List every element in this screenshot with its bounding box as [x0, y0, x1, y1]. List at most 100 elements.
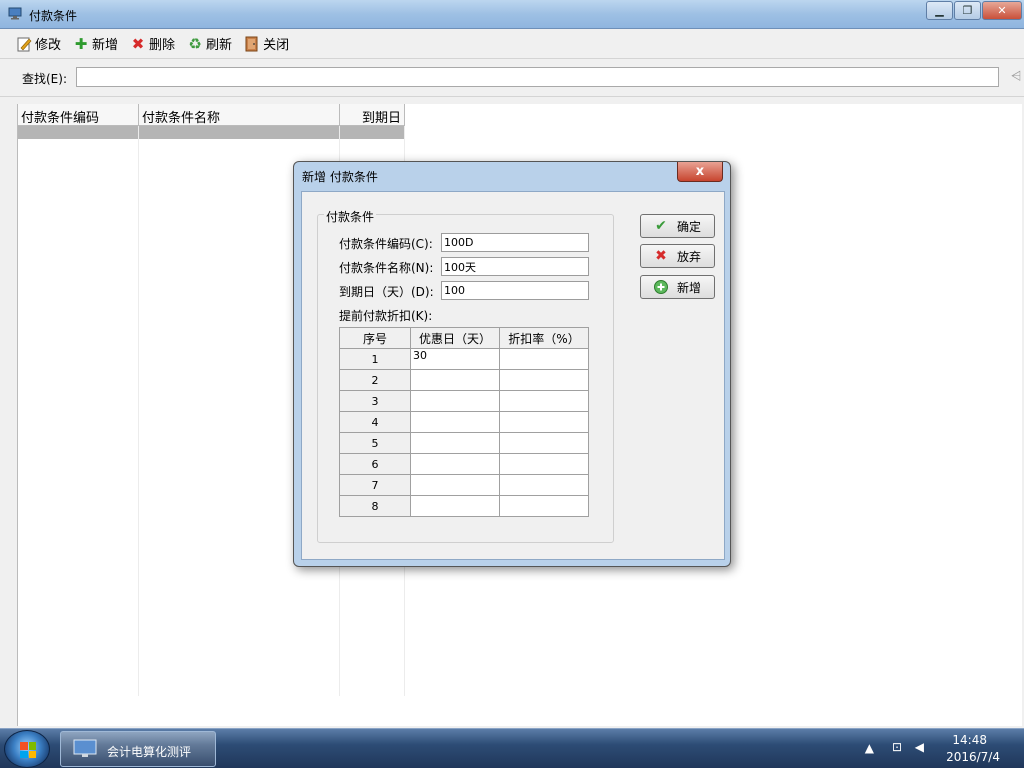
column-header-rate: 折扣率（%）: [499, 327, 589, 349]
name-field[interactable]: [441, 257, 589, 276]
row-number: 7: [339, 474, 411, 496]
row-number: 3: [339, 390, 411, 412]
row-number: 4: [339, 411, 411, 433]
clock-date[interactable]: 2016/7/4: [946, 750, 1000, 764]
taskbar-app-label: 会计电算化测评: [107, 745, 192, 759]
toolbar: 修改 ✚ 新增 ✖ 删除 ♻ 刷新 关闭: [0, 29, 1024, 59]
minimize-button[interactable]: ▁: [926, 1, 953, 20]
days-cell[interactable]: [410, 495, 500, 517]
row-number: 1: [339, 348, 411, 370]
start-button[interactable]: [4, 730, 50, 768]
search-label: 查找(E):: [22, 72, 67, 86]
column-header-no: 序号: [339, 327, 411, 349]
window-title: 付款条件: [29, 9, 78, 23]
grid-header: 付款条件编码 付款条件名称 到期日: [18, 104, 405, 126]
rate-cell[interactable]: [499, 495, 589, 517]
table-row: 6: [339, 453, 589, 475]
dialog-body: 付款条件 付款条件编码(C): 付款条件名称(N): 到期日（天）(D): 提前…: [301, 191, 725, 560]
rate-cell[interactable]: [499, 348, 589, 370]
filter-icon[interactable]: ⩤: [1011, 69, 1021, 84]
days-cell[interactable]: [410, 411, 500, 433]
windows-logo-icon: [20, 742, 36, 758]
add-circle-icon: [654, 280, 668, 294]
rate-cell[interactable]: [499, 432, 589, 454]
rate-cell[interactable]: [499, 453, 589, 475]
dialog-title: 新增 付款条件: [302, 170, 378, 184]
close-label: 关闭: [263, 38, 290, 53]
edit-button[interactable]: 修改: [16, 33, 61, 55]
code-label: 付款条件编码(C):: [339, 237, 433, 251]
cancel-icon: ✖: [655, 248, 667, 264]
rate-cell[interactable]: [499, 474, 589, 496]
main-title-bar: 付款条件 ▁ ❐ ✕: [0, 0, 1024, 29]
search-bar: 查找(E): ⩤: [0, 59, 1024, 97]
table-row: 5: [339, 432, 589, 454]
cancel-label: 放弃: [677, 249, 702, 264]
restore-button[interactable]: ❐: [954, 1, 981, 20]
discount-table: 序号 优惠日（天） 折扣率（%） 1 30 2 3 4 5 6 7 8: [339, 327, 589, 517]
clock-time[interactable]: 14:48: [952, 733, 987, 747]
days-cell[interactable]: [410, 390, 500, 412]
column-header-code[interactable]: 付款条件编码: [18, 104, 139, 126]
due-days-label: 到期日（天）(D):: [339, 285, 434, 299]
network-icon[interactable]: ⊡: [892, 740, 902, 754]
search-input[interactable]: [76, 67, 999, 87]
days-cell[interactable]: [410, 432, 500, 454]
refresh-icon: ♻: [188, 34, 202, 53]
new-label: 新增: [677, 280, 702, 295]
ok-label: 确定: [677, 219, 702, 234]
column-divider: [138, 126, 139, 696]
table-row: 1 30: [339, 348, 589, 370]
table-row: 8: [339, 495, 589, 517]
app-icon: [8, 7, 22, 20]
delete-label: 删除: [149, 38, 176, 53]
new-payment-term-dialog: 新增 付款条件 x 付款条件 付款条件编码(C): 付款条件名称(N): 到期日…: [293, 161, 731, 567]
days-cell[interactable]: [410, 474, 500, 496]
volume-icon[interactable]: ◀: [915, 740, 924, 754]
rate-cell[interactable]: [499, 390, 589, 412]
table-row: 4: [339, 411, 589, 433]
new-button[interactable]: 新增: [640, 275, 715, 299]
selected-row[interactable]: [18, 126, 405, 139]
close-icon: ✕: [997, 4, 1007, 17]
minimize-icon: ▁: [935, 4, 944, 17]
code-field[interactable]: [441, 233, 589, 252]
group-title: 付款条件: [324, 208, 377, 225]
cancel-button[interactable]: ✖ 放弃: [640, 244, 715, 268]
monitor-icon: [73, 739, 97, 757]
rate-cell[interactable]: [499, 411, 589, 433]
close-button[interactable]: 关闭: [244, 33, 289, 55]
due-days-field[interactable]: [441, 281, 589, 300]
name-label: 付款条件名称(N):: [339, 261, 434, 275]
window-close-button[interactable]: ✕: [982, 1, 1022, 20]
close-icon: x: [695, 164, 705, 179]
column-header-due[interactable]: 到期日: [340, 104, 405, 126]
tray-expand-icon[interactable]: ▲: [865, 741, 874, 755]
add-label: 新增: [92, 38, 119, 53]
checkmark-icon: ✔: [655, 218, 667, 234]
dialog-close-button[interactable]: x: [677, 162, 723, 182]
days-cell[interactable]: [410, 369, 500, 391]
rate-cell[interactable]: [499, 369, 589, 391]
row-number: 8: [339, 495, 411, 517]
add-button[interactable]: ✚ 新增: [73, 33, 118, 55]
table-row: 7: [339, 474, 589, 496]
column-header-days: 优惠日（天）: [410, 327, 500, 349]
row-number: 2: [339, 369, 411, 391]
plus-icon: ✚: [74, 34, 88, 53]
refresh-button[interactable]: ♻ 刷新: [187, 33, 232, 55]
taskbar: 会计电算化测评 ▲ ⊡ ◀ 14:48 2016/7/4: [0, 728, 1024, 768]
discount-label: 提前付款折扣(K):: [339, 309, 433, 323]
restore-icon: ❐: [962, 4, 973, 17]
edit-icon: [17, 37, 32, 51]
table-row: 3: [339, 390, 589, 412]
taskbar-app-item[interactable]: 会计电算化测评: [60, 731, 216, 767]
days-cell[interactable]: [410, 453, 500, 475]
column-header-name[interactable]: 付款条件名称: [139, 104, 340, 126]
days-cell[interactable]: 30: [410, 348, 500, 370]
delete-button[interactable]: ✖ 删除: [130, 33, 175, 55]
delete-icon: ✖: [131, 34, 145, 53]
ok-button[interactable]: ✔ 确定: [640, 214, 715, 238]
row-number: 5: [339, 432, 411, 454]
row-number: 6: [339, 453, 411, 475]
